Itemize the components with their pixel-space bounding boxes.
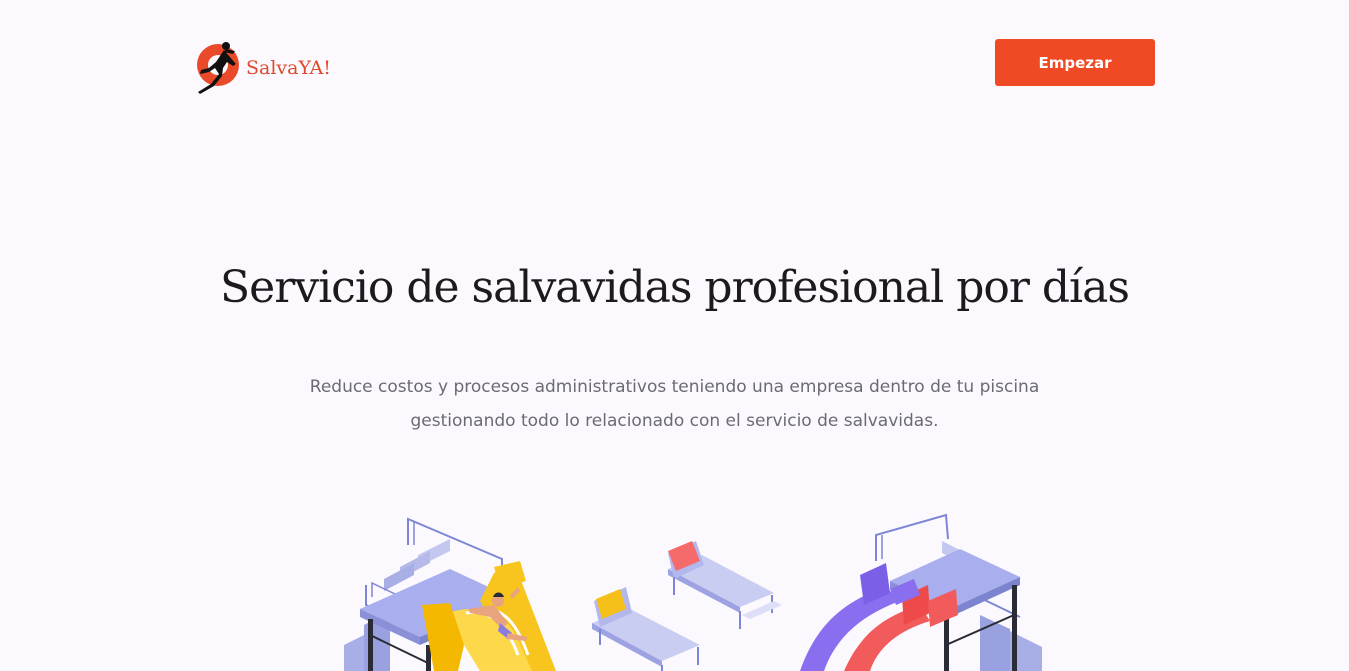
hero-subtitle-line: Reduce costos y procesos administrativos…: [309, 377, 1040, 397]
hero-title: Servicio de salvavidas profesional por d…: [220, 262, 1130, 313]
sun-loungers: [592, 541, 782, 671]
start-button[interactable]: Empezar: [995, 39, 1155, 86]
left-slide-tower: [344, 517, 556, 671]
water-park-illustration: [344, 513, 1042, 671]
lifeguard-running-icon: [197, 42, 239, 94]
pool-illustration: [330, 505, 1060, 671]
top-navigation: SalvaYA! Empezar: [0, 0, 1349, 120]
hero-subtitle: Reduce costos y procesos administrativos…: [250, 370, 1099, 438]
logo-text: SalvaYA!: [246, 57, 331, 79]
brand-logo[interactable]: SalvaYA!: [195, 40, 331, 94]
landing-page: SalvaYA! Empezar Servicio de salvavidas …: [0, 0, 1349, 671]
hero-subtitle-line: gestionando todo lo relacionado con el s…: [410, 411, 939, 431]
right-slide-tower: [800, 513, 1042, 671]
